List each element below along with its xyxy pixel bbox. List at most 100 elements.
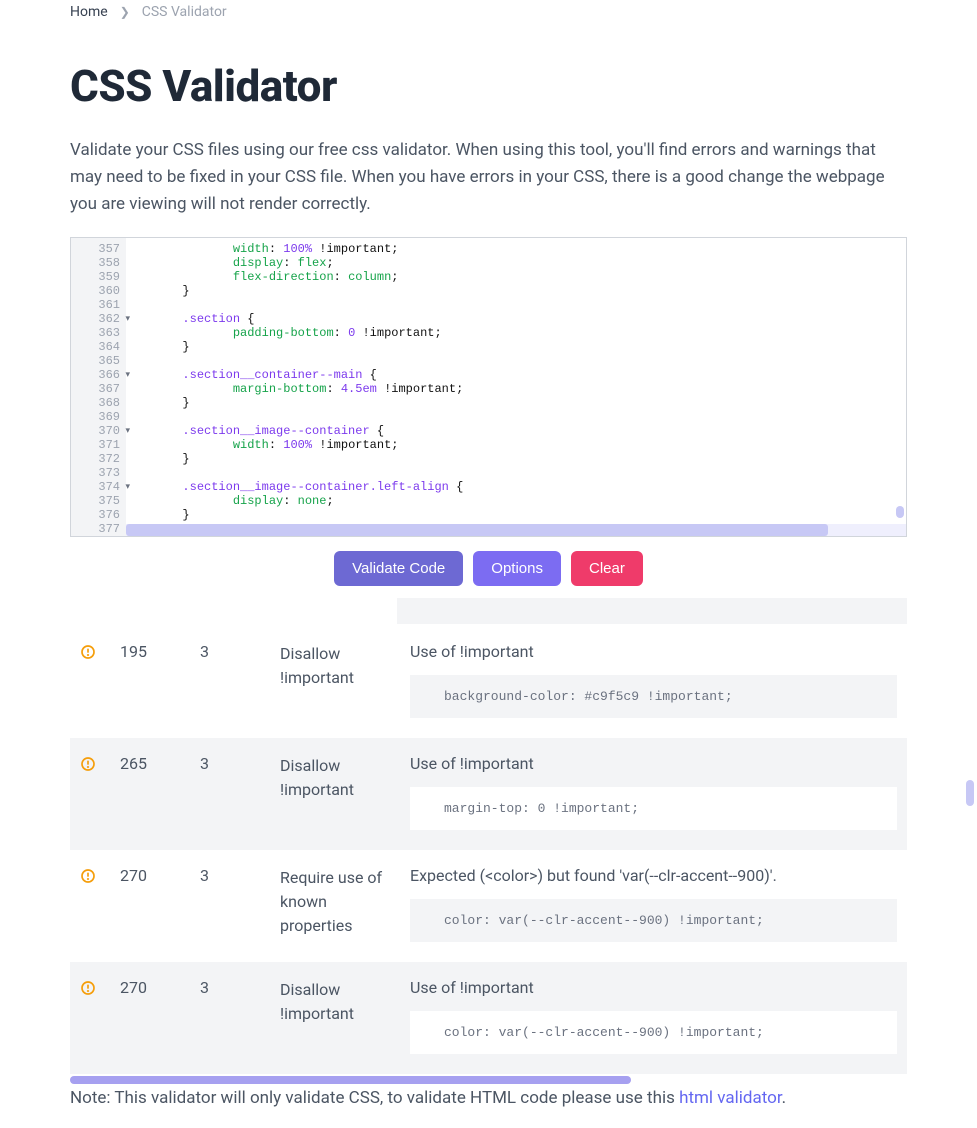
code-line[interactable]: flex-direction: column;: [132, 270, 900, 284]
line-number: 358: [75, 256, 120, 270]
warning-icon: [80, 868, 96, 942]
breadcrumb-current: CSS Validator: [142, 4, 227, 20]
editor-hscroll-thumb[interactable]: [126, 524, 828, 536]
chevron-right-icon: ❯: [120, 5, 130, 19]
result-line: 195: [120, 642, 190, 718]
editor-hscroll-track[interactable]: [126, 524, 906, 536]
editor-gutter: 3573583593603613623633643653663673683693…: [71, 238, 126, 536]
code-line[interactable]: .section {: [132, 312, 900, 326]
code-line[interactable]: .section__container--main {: [132, 368, 900, 382]
code-line[interactable]: .section__image--container.left-align {: [132, 480, 900, 494]
editor-vscroll-thumb[interactable]: [896, 506, 904, 518]
line-number: 360: [75, 284, 120, 298]
results-vscroll-thumb[interactable]: [966, 780, 974, 806]
result-line: 270: [120, 866, 190, 942]
warning-icon-cell: [80, 866, 110, 942]
result-snippet: color: var(--clr-accent--900) !important…: [410, 1011, 897, 1054]
line-number: 357: [75, 242, 120, 256]
line-number: 374: [75, 480, 120, 494]
warning-icon-cell: [80, 642, 110, 718]
results-hscroll-thumb[interactable]: [70, 1076, 631, 1084]
result-message: Expected (<color>) but found 'var(--clr-…: [410, 866, 897, 885]
line-number: 372: [75, 452, 120, 466]
code-line[interactable]: [132, 410, 900, 424]
result-message: Use of !important: [410, 642, 897, 661]
results-panel: 1953Disallow !importantUse of !important…: [70, 598, 907, 1084]
line-number: 366: [75, 368, 120, 382]
result-rule: Disallow !important: [280, 754, 400, 830]
line-number: 368: [75, 396, 120, 410]
result-message-cell: Expected (<color>) but found 'var(--clr-…: [410, 866, 897, 942]
validate-button[interactable]: Validate Code: [334, 551, 463, 586]
result-column: 3: [200, 642, 270, 718]
result-message-cell: Use of !important background-color: #c9f5…: [410, 642, 897, 718]
result-rule: Require use of known properties: [280, 866, 400, 942]
line-number: 359: [75, 270, 120, 284]
warning-icon: [80, 756, 96, 830]
options-button[interactable]: Options: [473, 551, 561, 586]
editor-code-area[interactable]: width: 100% !important; display: flex; f…: [126, 238, 906, 536]
code-line[interactable]: [132, 354, 900, 368]
line-number: 361: [75, 298, 120, 312]
result-message-cell: Use of !important margin-top: 0 !importan…: [410, 754, 897, 830]
line-number: 362: [75, 312, 120, 326]
code-line[interactable]: }: [132, 508, 900, 522]
code-line[interactable]: }: [132, 396, 900, 410]
result-row: 2653Disallow !importantUse of !important…: [70, 738, 907, 850]
result-message: Use of !important: [410, 754, 897, 773]
breadcrumb: Home ❯ CSS Validator: [70, 0, 907, 30]
result-row: 1953Disallow !importantUse of !important…: [70, 626, 907, 738]
result-column: 3: [200, 866, 270, 942]
line-number: 370: [75, 424, 120, 438]
code-line[interactable]: [132, 466, 900, 480]
code-line[interactable]: }: [132, 284, 900, 298]
warning-icon-cell: [80, 754, 110, 830]
line-number: 363: [75, 326, 120, 340]
action-bar: Validate Code Options Clear: [70, 537, 907, 598]
line-number: 376: [75, 508, 120, 522]
code-line[interactable]: .section__image--container {: [132, 424, 900, 438]
clear-button[interactable]: Clear: [571, 551, 643, 586]
code-line[interactable]: display: none;: [132, 494, 900, 508]
result-row: 2703Disallow !importantUse of !important…: [70, 962, 907, 1074]
code-line[interactable]: }: [132, 452, 900, 466]
code-line[interactable]: width: 100% !important;: [132, 438, 900, 452]
line-number: 365: [75, 354, 120, 368]
result-rule: Disallow !important: [280, 978, 400, 1054]
result-line: 270: [120, 978, 190, 1054]
footer-note: Note: This validator will only validate …: [70, 1088, 907, 1108]
line-number: 364: [75, 340, 120, 354]
result-line: 265: [120, 754, 190, 830]
page-title: CSS Validator: [70, 60, 907, 112]
warning-icon-cell: [80, 978, 110, 1054]
page-intro: Validate your CSS files using our free c…: [70, 137, 907, 219]
code-line[interactable]: }: [132, 340, 900, 354]
result-snippet: color: var(--clr-accent--900) !important…: [410, 899, 897, 942]
result-row: 2703Require use of known properties Expec…: [70, 850, 907, 962]
result-snippet: margin-top: 0 !important;: [410, 787, 897, 830]
line-number: 371: [75, 438, 120, 452]
code-line[interactable]: width: 100% !important;: [132, 242, 900, 256]
result-message: Use of !important: [410, 978, 897, 997]
results-hscroll-track[interactable]: [70, 1076, 907, 1084]
line-number: 377: [75, 522, 120, 536]
line-number: 369: [75, 410, 120, 424]
result-column: 3: [200, 978, 270, 1054]
note-prefix: Note: This validator will only validate …: [70, 1088, 679, 1108]
warning-icon: [80, 980, 96, 1054]
note-suffix: .: [782, 1088, 786, 1108]
html-validator-link[interactable]: html validator: [679, 1088, 781, 1108]
code-line[interactable]: [132, 298, 900, 312]
code-editor[interactable]: 3573583593603613623633643653663673683693…: [70, 237, 907, 537]
breadcrumb-home[interactable]: Home: [70, 4, 108, 20]
code-line[interactable]: padding-bottom: 0 !important;: [132, 326, 900, 340]
line-number: 367: [75, 382, 120, 396]
result-column: 3: [200, 754, 270, 830]
line-number: 373: [75, 466, 120, 480]
result-message-cell: Use of !important color: var(--clr-accent…: [410, 978, 897, 1054]
result-rule: Disallow !important: [280, 642, 400, 718]
code-line[interactable]: display: flex;: [132, 256, 900, 270]
result-snippet: background-color: #c9f5c9 !important;: [410, 675, 897, 718]
code-line[interactable]: margin-bottom: 4.5em !important;: [132, 382, 900, 396]
line-number: 375: [75, 494, 120, 508]
